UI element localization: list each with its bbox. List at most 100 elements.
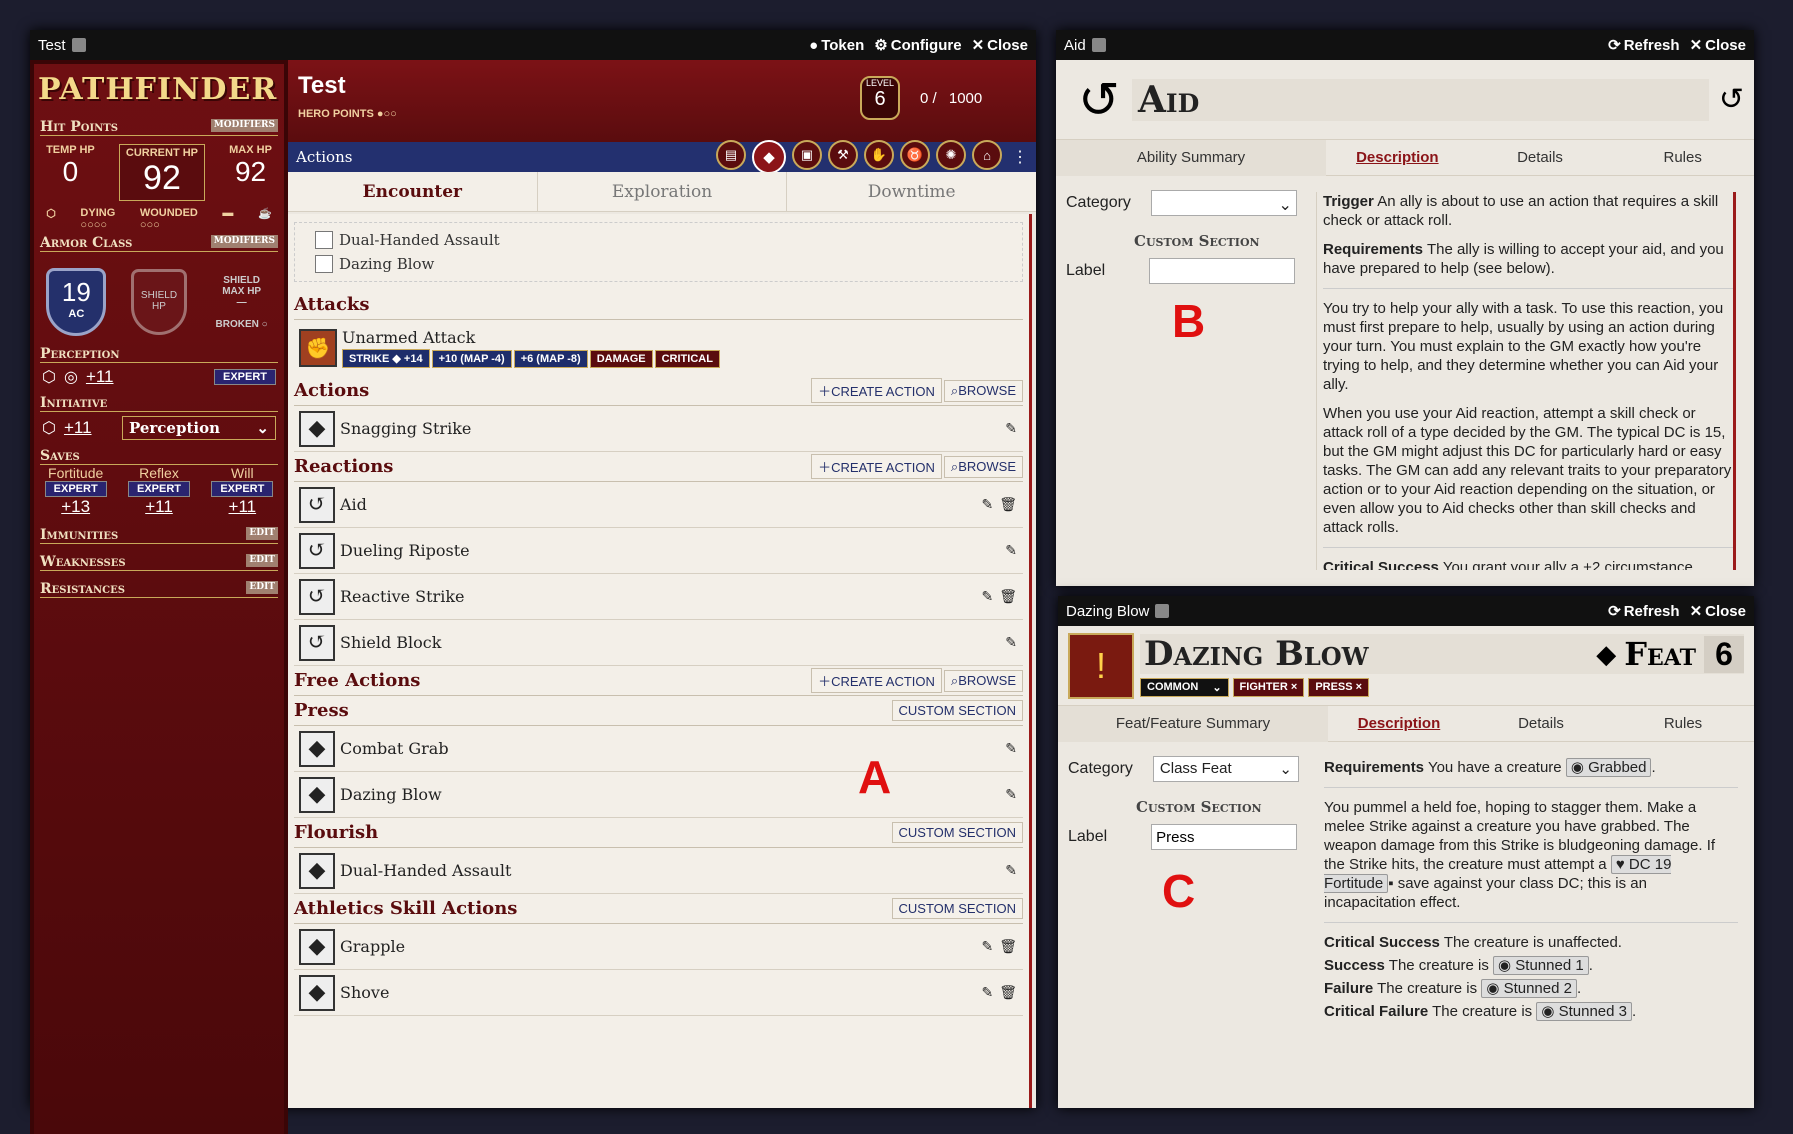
reaction-aid[interactable]: ↺ Aid ✎ 🗑 (294, 482, 1023, 528)
resistances-edit-button[interactable]: EDIT (246, 581, 278, 594)
token-button[interactable]: ● Token (809, 36, 864, 54)
category-select[interactable]: Class Feat ⌄ (1152, 756, 1299, 782)
item-title[interactable]: Dazing Blow (1140, 634, 1596, 674)
rarity-select[interactable]: COMMON ⌄ (1140, 678, 1229, 697)
trash-icon[interactable]: 🗑 (999, 589, 1017, 605)
character-name[interactable]: Test (298, 72, 346, 100)
custom-section-button[interactable]: CUSTOM SECTION (891, 898, 1023, 919)
tab-effects-icon[interactable]: ✺ (936, 140, 966, 170)
create-action-button[interactable]: ＋CREATE ACTION (811, 378, 942, 403)
toggle-dual-handed-assault[interactable]: Dual-Handed Assault (315, 231, 1002, 249)
close-button[interactable]: ✕ Close (972, 36, 1028, 55)
tab-crafting-icon[interactable]: ⚒ (828, 140, 858, 170)
tab-details[interactable]: Details (1469, 149, 1612, 166)
damage-button[interactable]: DAMAGE (589, 350, 653, 368)
d20-icon[interactable]: ⬡ (42, 367, 56, 387)
tab-feat-summary[interactable]: Feat/Feature Summary (1058, 705, 1328, 742)
tab-character-icon[interactable]: ▤ (716, 140, 746, 170)
custom-section-button[interactable]: CUSTOM SECTION (891, 822, 1023, 843)
browse-button[interactable]: ⌕BROWSE (943, 669, 1023, 692)
dying-tracker[interactable]: DYING ○○○○ (80, 207, 115, 231)
athletics-shove[interactable]: ◆ Shove ✎ 🗑 (294, 970, 1023, 1016)
trait-press[interactable]: PRESS × (1308, 678, 1370, 697)
checkbox[interactable] (315, 255, 333, 273)
reaction-reactive-strike[interactable]: ↺ Reactive Strike ✎ 🗑 (294, 574, 1023, 620)
trash-icon[interactable]: 🗑 (999, 985, 1017, 1001)
coffee-icon[interactable]: ☕ (258, 207, 272, 231)
chat-icon[interactable]: ▪ (1388, 875, 1393, 892)
trash-icon[interactable]: 🗑 (999, 497, 1017, 513)
item-title[interactable]: Aid (1132, 78, 1709, 121)
custom-section-button[interactable]: CUSTOM SECTION (891, 700, 1023, 721)
reaction-shield-block[interactable]: ↺ Shield Block ✎ (294, 620, 1023, 666)
create-action-button[interactable]: ＋CREATE ACTION (811, 668, 942, 693)
stunned-3-link[interactable]: ◉ Stunned 3 (1536, 1002, 1632, 1021)
tab-feats-icon[interactable]: ♉ (900, 140, 930, 170)
edit-icon[interactable]: ✎ (981, 939, 993, 955)
browse-button[interactable]: ⌕BROWSE (943, 379, 1023, 402)
checkbox[interactable] (315, 231, 333, 249)
map-4-button[interactable]: +10 (MAP -4) (431, 350, 512, 368)
tab-description[interactable]: Description (1326, 149, 1469, 166)
edit-icon[interactable]: ✎ (1005, 635, 1017, 651)
press-dazing-blow[interactable]: ◆ Dazing Blow ✎ (294, 772, 1023, 818)
trait-fighter[interactable]: FIGHTER × (1232, 678, 1305, 697)
d20-icon[interactable]: ⬡ (42, 418, 56, 438)
hp-modifiers-button[interactable]: MODIFIERS (210, 119, 278, 132)
tab-rules[interactable]: Rules (1612, 715, 1754, 732)
strike-button[interactable]: STRIKE ◆ +14 (342, 349, 430, 368)
edit-icon[interactable]: ✎ (981, 589, 993, 605)
item-level[interactable]: 6 (1704, 635, 1744, 673)
tab-details[interactable]: Details (1470, 715, 1612, 732)
refresh-button[interactable]: ⟳ Refresh (1608, 602, 1679, 621)
flourish-dual-handed-assault[interactable]: ◆ Dual-Handed Assault ✎ (294, 848, 1023, 894)
press-combat-grab[interactable]: ◆ Combat Grab ✎ (294, 726, 1023, 772)
tab-ability-summary[interactable]: Ability Summary (1056, 139, 1326, 176)
close-button[interactable]: ✕ Close (1690, 36, 1746, 55)
browse-button[interactable]: ⌕BROWSE (943, 455, 1023, 478)
create-action-button[interactable]: ＋CREATE ACTION (811, 454, 942, 479)
immunities-edit-button[interactable]: EDIT (246, 527, 278, 540)
edit-icon[interactable]: ✎ (1005, 543, 1017, 559)
perception-value[interactable]: +11 (86, 367, 206, 387)
configure-button[interactable]: ⚙ Configure (874, 36, 961, 55)
map-8-button[interactable]: +6 (MAP -8) (513, 350, 588, 368)
broken-toggle[interactable]: BROKEN (216, 319, 259, 330)
edit-icon[interactable]: ✎ (1005, 741, 1017, 757)
reaction-dueling-riposte[interactable]: ↺ Dueling Riposte ✎ (294, 528, 1023, 574)
wounded-tracker[interactable]: WOUNDED ○○○ (140, 207, 198, 231)
initiative-value[interactable]: +11 (64, 418, 114, 438)
subtab-downtime[interactable]: Downtime (787, 172, 1036, 211)
stunned-2-link[interactable]: ◉ Stunned 2 (1481, 979, 1577, 998)
tab-description[interactable]: Description (1328, 715, 1470, 732)
label-input[interactable] (1149, 258, 1296, 284)
label-input[interactable] (1151, 824, 1298, 850)
fist-icon[interactable]: ✊ (299, 329, 337, 367)
tab-biography-icon[interactable]: ⌂ (972, 140, 1002, 170)
ac-modifiers-button[interactable]: MODIFIERS (210, 235, 278, 248)
category-select[interactable]: ⌄ (1150, 190, 1297, 216)
subtab-exploration[interactable]: Exploration (538, 172, 788, 211)
eye-slash-icon[interactable]: ◎ (64, 367, 78, 387)
feat-book-icon[interactable]: ! (1068, 632, 1134, 699)
critical-button[interactable]: CRITICAL (654, 350, 720, 368)
trash-icon[interactable]: 🗑 (999, 939, 1017, 955)
initiative-select[interactable]: Perception ⌄ (121, 416, 276, 440)
close-button[interactable]: ✕ Close (1690, 602, 1746, 621)
subtab-encounter[interactable]: Encounter (288, 172, 538, 211)
grabbed-link[interactable]: ◉ Grabbed (1565, 758, 1652, 777)
weaknesses-edit-button[interactable]: EDIT (246, 554, 278, 567)
tab-spells-icon[interactable]: ✋ (864, 140, 894, 170)
edit-icon[interactable]: ✎ (981, 985, 993, 1001)
action-snagging-strike[interactable]: ◆ Snagging Strike ✎ (294, 406, 1023, 452)
tab-inventory-icon[interactable]: ▣ (792, 140, 822, 170)
edit-icon[interactable]: ✎ (1005, 421, 1017, 437)
edit-icon[interactable]: ✎ (981, 497, 993, 513)
toggle-dazing-blow[interactable]: Dazing Blow (315, 255, 1002, 273)
athletics-grapple[interactable]: ◆ Grapple ✎ 🗑 (294, 924, 1023, 970)
edit-icon[interactable]: ✎ (1005, 787, 1017, 803)
tab-actions-icon[interactable]: ◆ (752, 140, 786, 174)
rest-icon[interactable]: ▬ (222, 207, 233, 231)
tab-rules[interactable]: Rules (1611, 149, 1754, 166)
edit-icon[interactable]: ✎ (1005, 863, 1017, 879)
